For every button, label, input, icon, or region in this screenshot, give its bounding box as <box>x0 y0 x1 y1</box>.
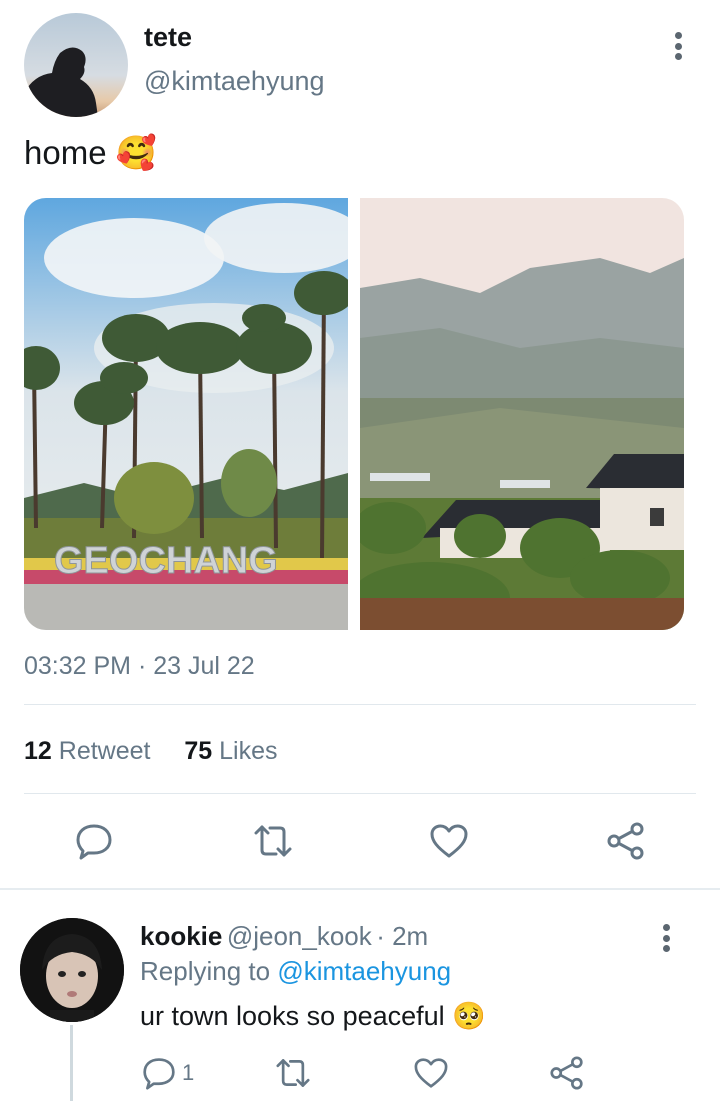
avatar-silhouette <box>24 47 98 117</box>
section-separator <box>0 888 720 890</box>
replying-to-label: Replying to <box>140 956 271 986</box>
divider-bottom <box>24 793 696 794</box>
reply-text: ur town looks so peaceful 🥺 <box>140 1000 486 1032</box>
share-icon[interactable] <box>606 822 646 860</box>
reply-author-handle[interactable]: @jeon_kook <box>227 921 372 951</box>
pleading-face-emoji: 🥺 <box>452 1001 486 1031</box>
tweet-stats: 12 Retweet 75 Likes <box>24 737 278 766</box>
reply-author-name[interactable]: kookie <box>140 921 222 951</box>
author-handle[interactable]: @kimtaehyung <box>144 66 325 97</box>
geochang-sign-photo: GEOCHANG <box>24 198 348 630</box>
like-count[interactable]: 75 <box>184 737 212 765</box>
village-house-photo <box>360 198 684 630</box>
reply-header: kookie @jeon_kook · 2m <box>140 921 428 952</box>
reply-share-icon[interactable] <box>549 1056 585 1090</box>
retweet-icon[interactable] <box>252 822 294 860</box>
like-icon[interactable] <box>429 823 469 859</box>
replying-to-handle[interactable]: @kimtaehyung <box>277 956 451 986</box>
reply-author-avatar[interactable] <box>20 918 124 1022</box>
reply-retweet-icon[interactable] <box>274 1056 312 1090</box>
retweet-count[interactable]: 12 <box>24 737 52 765</box>
reply-like-icon[interactable] <box>413 1057 449 1089</box>
smiling-hearts-emoji: 🥰 <box>115 134 157 171</box>
tweet-timestamp[interactable]: 03:32 PM · 23 Jul 22 <box>24 652 255 681</box>
tweet-photo-1[interactable]: GEOCHANG <box>24 198 348 630</box>
reply-time: · 2m <box>376 921 429 951</box>
author-avatar[interactable] <box>24 13 128 117</box>
more-vertical-icon[interactable] <box>668 28 688 64</box>
replying-to-line: Replying to @kimtaehyung <box>140 956 451 987</box>
reply-reply-count: 1 <box>182 1060 195 1085</box>
reply-avatar-portrait <box>20 918 124 1022</box>
reply-reply-icon[interactable] <box>142 1056 176 1090</box>
divider-top <box>24 704 696 705</box>
tweet-text-body: home <box>24 134 107 171</box>
reply-text-body: ur town looks so peaceful <box>140 1001 445 1031</box>
tweet-text: home 🥰 <box>24 134 157 173</box>
reply-icon[interactable] <box>75 822 113 860</box>
retweet-label[interactable]: Retweet <box>59 737 151 765</box>
like-label[interactable]: Likes <box>219 737 277 765</box>
author-name[interactable]: tete <box>144 22 192 53</box>
thread-line <box>70 1025 73 1101</box>
reply-more-vertical-icon[interactable] <box>656 920 676 956</box>
tweet-photo-2[interactable] <box>360 198 684 630</box>
geochang-sign-text: GEOCHANG <box>54 540 278 582</box>
